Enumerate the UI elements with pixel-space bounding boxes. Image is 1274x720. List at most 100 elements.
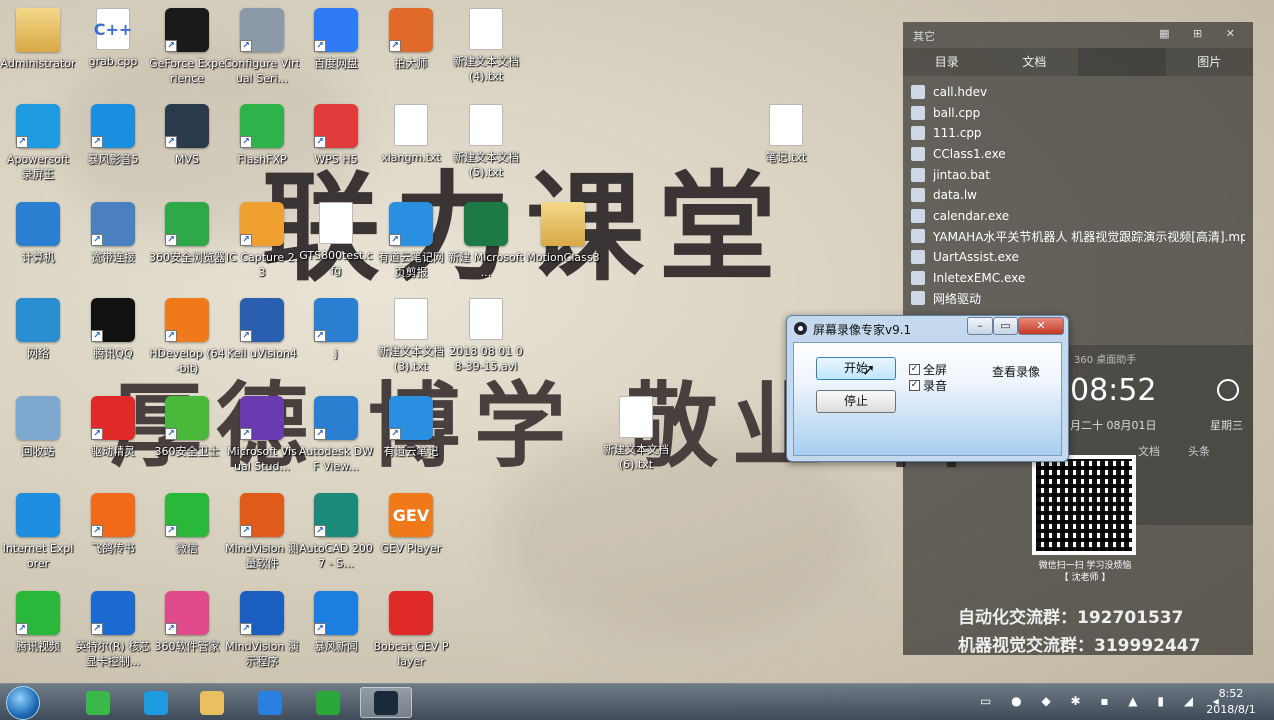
view-recordings-link[interactable]: 查看录像 <box>992 363 1040 380</box>
close-button[interactable]: ✕ <box>1018 317 1064 335</box>
desktop-icon[interactable]: ↗ Autodesk DWF View... <box>298 396 374 474</box>
desktop-icon[interactable]: ↗ Apowersoft 录屏王 <box>0 104 76 182</box>
desktop-icon[interactable]: ↗ 拍大师 <box>373 8 449 71</box>
desktop-icon[interactable]: 新建文本文档 (3).txt <box>373 298 449 374</box>
shortcut-arrow-icon: ↗ <box>314 428 326 440</box>
desktop-icon[interactable]: ↗ IC Capture 2.3 <box>224 202 300 280</box>
desktop-icon[interactable]: 2018 08 01 08-39-15.avi <box>448 298 524 374</box>
file-list-item[interactable]: jintao.bat <box>911 164 1245 185</box>
desktop-icon[interactable]: ↗ 360软件管家 <box>149 591 225 654</box>
fullscreen-checkbox[interactable]: ✓ 全屏 <box>909 361 947 378</box>
desktop-icon[interactable]: ↗ 腾讯视频 <box>0 591 76 654</box>
flashfxp-icon: ↗ <box>240 104 284 148</box>
window-titlebar[interactable]: 屏幕录像专家v9.1 – ▭ ✕ <box>787 316 1068 341</box>
file-list-item[interactable]: 111.cpp <box>911 123 1245 144</box>
desktop-icon[interactable]: ↗ MVS <box>149 104 225 167</box>
taskbar-button[interactable] <box>186 687 238 718</box>
desktop-icon[interactable]: ↗ 宽带连接 <box>75 202 151 265</box>
desktop-icon[interactable]: ↗ Microsoft Visual Stud... <box>224 396 300 474</box>
desktop-icon[interactable]: ↗ 有道云笔记网页剪报 <box>373 202 449 280</box>
desktop-icon[interactable]: ↗ 暴风新闻 <box>298 591 374 654</box>
desktop-icon[interactable]: ↗ Keil uVision4 <box>224 298 300 361</box>
desktop-icon[interactable]: ↗ 飞鸽传书 <box>75 493 151 556</box>
shortcut-arrow-icon: ↗ <box>91 330 103 342</box>
taskbar-button[interactable] <box>302 687 354 718</box>
shortcut-arrow-icon: ↗ <box>165 40 177 52</box>
fullscreen-check-box[interactable]: ✓ <box>909 364 920 375</box>
taskbar-button[interactable] <box>72 687 124 718</box>
taskbar-clock[interactable]: 8:52 2018/8/1 <box>1200 686 1262 718</box>
file-name: YAMAHA水平关节机器人 机器视觉跟踪演示视频[高清].mp4 <box>933 229 1245 244</box>
file-list-item[interactable]: data.lw <box>911 185 1245 206</box>
taskbar-button[interactable] <box>244 687 296 718</box>
tab-active[interactable] <box>1078 48 1166 76</box>
desktop-icon[interactable]: 笔记.txt <box>748 104 824 165</box>
desktop-icon[interactable]: 新建 Microsoft ... <box>448 202 524 280</box>
recycle-bin-icon <box>16 396 60 440</box>
widget-header: 360 桌面助手 <box>1074 355 1137 366</box>
desktop-icon[interactable]: Bobcat GEV Player <box>373 591 449 669</box>
widget-links[interactable]: 文档 头条 <box>1138 443 1210 459</box>
taskbar-button[interactable] <box>360 687 412 718</box>
desktop-icon[interactable]: 新建文本文档 (5).txt <box>448 104 524 180</box>
file-list-item[interactable]: 网络驱动 <box>911 288 1245 309</box>
tab-directory[interactable]: 目录 <box>903 48 991 76</box>
desktop-icon[interactable]: C++ grab.cpp <box>75 8 151 69</box>
file-list-item[interactable]: InletexEMC.exe <box>911 267 1245 288</box>
desktop-icon[interactable]: GEV GEV Player <box>373 493 449 556</box>
desktop-icon[interactable]: 新建文本文档 (4).txt <box>448 8 524 84</box>
file-list-item[interactable]: calendar.exe <box>911 206 1245 227</box>
tab-pictures[interactable]: 图片 <box>1166 48 1254 76</box>
desktop-icon-label: 网络 <box>27 347 49 360</box>
file-list-item[interactable]: CClass1.exe <box>911 144 1245 165</box>
desktop-icon[interactable]: ↗ AutoCAD 2007 - S... <box>298 493 374 571</box>
desktop-icon[interactable]: MotionClass3 <box>525 202 601 265</box>
shortcut-arrow-icon: ↗ <box>240 234 252 246</box>
panel-controls[interactable]: ▦ ⊞ ✕ <box>1159 27 1245 40</box>
desktop-icon[interactable]: ↗ 英特尔(R) 核芯显卡控制... <box>75 591 151 669</box>
shortcut-arrow-icon: ↗ <box>314 330 326 342</box>
desktop-icon[interactable]: ↗ 腾讯QQ <box>75 298 151 361</box>
desktop-icon[interactable]: ↗ 360安全浏览器 <box>149 202 225 265</box>
start-button[interactable] <box>6 686 40 720</box>
desktop-icon-label: Apowersoft 录屏王 <box>7 153 69 181</box>
desktop-icon[interactable]: Administrator <box>0 8 76 71</box>
desktop-icon[interactable]: ↗ WPS H5 <box>298 104 374 167</box>
desktop-icon[interactable]: ↗ 微信 <box>149 493 225 556</box>
desktop-icon[interactable]: ↗ FlashFXP <box>224 104 300 167</box>
minimize-button[interactable]: – <box>967 317 993 335</box>
stop-button[interactable]: 停止 <box>816 390 896 413</box>
audio-checkbox[interactable]: ✓ 录音 <box>909 377 947 394</box>
desktop-icon[interactable]: GTS800test.cfg <box>298 202 374 278</box>
desktop-icon[interactable]: ↗ Configure Virtual Seri... <box>224 8 300 86</box>
maximize-button[interactable]: ▭ <box>993 317 1018 335</box>
desktop-icon[interactable]: ↗ HDevelop (64-bit) <box>149 298 225 376</box>
desktop-icon[interactable]: Internet Explorer <box>0 493 76 571</box>
file-list-item[interactable]: YAMAHA水平关节机器人 机器视觉跟踪演示视频[高清].mp4 <box>911 226 1245 247</box>
start-button[interactable]: 开始 <box>816 357 896 380</box>
desktop-icon[interactable]: ↗ MindVision 演示程序 <box>224 591 300 669</box>
widget-doc-link[interactable]: 文档 <box>1138 445 1160 458</box>
desktop-icon[interactable]: 新建文本文档 (6).txt <box>598 396 674 472</box>
file-list-item[interactable]: ball.cpp <box>911 103 1245 124</box>
taskbar-button[interactable] <box>130 687 182 718</box>
desktop-icon[interactable]: 网络 <box>0 298 76 361</box>
desktop-icon[interactable]: ↗ 暴风影音5 <box>75 104 151 167</box>
desktop-icon[interactable]: xiangm.txt <box>373 104 449 165</box>
file-list-item[interactable]: call.hdev <box>911 82 1245 103</box>
desktop-icon[interactable]: ↗ j <box>298 298 374 361</box>
widget-other-link[interactable]: 头条 <box>1188 445 1210 458</box>
shortcut-arrow-icon: ↗ <box>389 428 401 440</box>
file-list-item[interactable]: UartAssist.exe <box>911 247 1245 268</box>
desktop-icon[interactable]: ↗ GeForce Experience <box>149 8 225 86</box>
tab-documents[interactable]: 文档 <box>991 48 1079 76</box>
desktop-icon[interactable]: ↗ 有道云笔记 <box>373 396 449 459</box>
desktop-icon[interactable]: 计算机 <box>0 202 76 265</box>
audio-check-box[interactable]: ✓ <box>909 380 920 391</box>
desktop-icon[interactable]: ↗ 百度网盘 <box>298 8 374 71</box>
desktop-icon[interactable]: 回收站 <box>0 396 76 459</box>
desktop-icon[interactable]: ↗ 360安全卫士 <box>149 396 225 459</box>
system-tray[interactable]: ▭ ● ◆ ✱ ▪ ▲ ▮ ◢ ◂ <box>980 694 1227 708</box>
desktop-icon[interactable]: ↗ 驱动精灵 <box>75 396 151 459</box>
desktop-icon[interactable]: ↗ MindVision 测量软件 <box>224 493 300 571</box>
